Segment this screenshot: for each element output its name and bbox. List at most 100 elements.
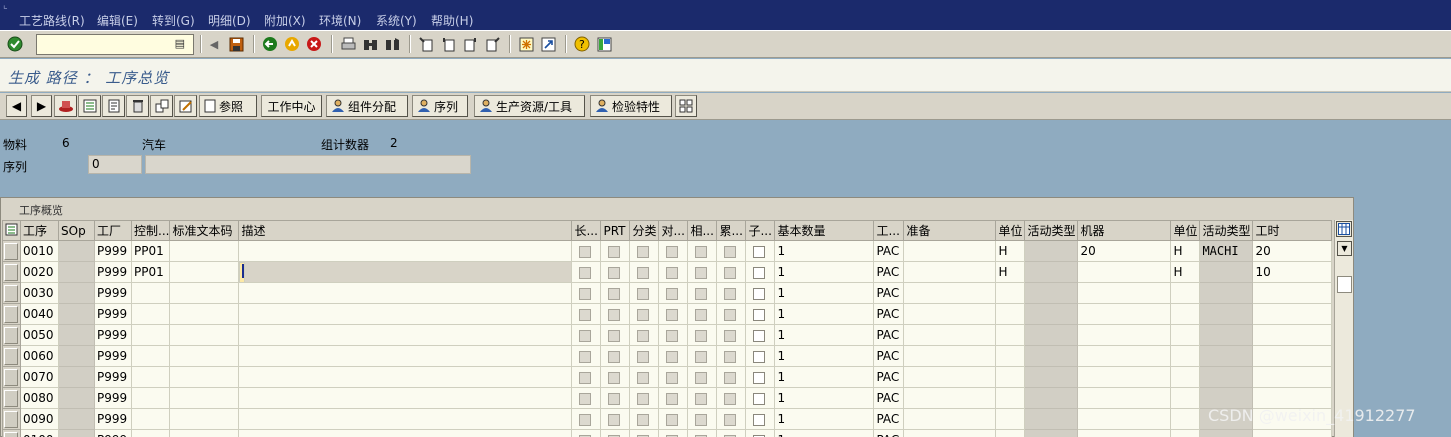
menu-environment[interactable]: 环境(N)	[319, 12, 361, 29]
activity2-cell[interactable]	[1199, 366, 1254, 388]
base-qty-cell[interactable]: 1	[774, 387, 875, 409]
desc-cell[interactable]	[238, 282, 573, 304]
checkbox[interactable]	[753, 413, 766, 426]
checkbox-cell[interactable]	[745, 408, 776, 430]
row-selector[interactable]	[2, 366, 21, 388]
menu-extras[interactable]: 附加(X)	[264, 12, 306, 29]
column-header[interactable]: 活动类型	[1199, 220, 1254, 241]
std-cell[interactable]	[169, 282, 240, 304]
checkbox[interactable]	[753, 329, 766, 342]
print-icon[interactable]	[339, 35, 357, 53]
first-page-icon[interactable]	[417, 35, 435, 53]
setup-cell[interactable]	[903, 303, 997, 325]
unit-cell[interactable]: PAC	[873, 261, 905, 283]
ctrl-cell[interactable]	[130, 303, 171, 325]
activity2-cell[interactable]: MACHI	[1199, 240, 1254, 262]
checkbox-cell[interactable]	[745, 345, 776, 367]
column-header[interactable]: 描述	[238, 220, 573, 241]
setup-unit-cell[interactable]	[995, 366, 1026, 388]
checkbox[interactable]	[753, 308, 766, 321]
back-nav-icon[interactable]: ◀	[205, 35, 223, 53]
row-selector[interactable]	[2, 387, 21, 409]
ctrl-cell[interactable]	[130, 324, 171, 346]
menu-help[interactable]: 帮助(H)	[431, 12, 473, 29]
desc-cell[interactable]	[238, 240, 573, 262]
row-selector[interactable]	[2, 261, 21, 283]
plant-cell[interactable]: P999	[94, 303, 132, 325]
row-selector-button[interactable]	[4, 347, 18, 365]
plant-cell[interactable]: P999	[94, 324, 132, 346]
column-header[interactable]: 活动类型	[1024, 220, 1079, 241]
setup-cell[interactable]	[903, 345, 997, 367]
labor-cell[interactable]	[1252, 282, 1333, 304]
desc-cell[interactable]	[239, 262, 246, 283]
machine-cell[interactable]: 20	[1077, 240, 1172, 262]
menu-details[interactable]: 明细(D)	[208, 12, 251, 29]
header-button[interactable]	[54, 95, 77, 117]
setup-cell[interactable]	[903, 387, 997, 409]
checkbox[interactable]	[753, 245, 766, 258]
column-header[interactable]: 工厂	[94, 220, 132, 241]
setup-cell[interactable]	[903, 324, 997, 346]
setup-unit-cell[interactable]	[995, 429, 1026, 437]
next-object-button[interactable]: ▶	[31, 95, 52, 117]
checkbox[interactable]	[753, 266, 766, 279]
component-overview-button[interactable]	[78, 95, 101, 117]
column-header[interactable]: 累...	[716, 220, 747, 241]
prev-page-icon[interactable]	[439, 35, 457, 53]
labor-cell[interactable]	[1252, 303, 1333, 325]
plant-cell[interactable]: P999	[94, 408, 132, 430]
command-input[interactable]	[37, 35, 169, 54]
op-cell[interactable]: 0100	[20, 429, 59, 437]
select-all-button[interactable]	[2, 220, 21, 241]
column-header[interactable]: 单位	[1170, 220, 1201, 241]
unit-cell[interactable]: PAC	[873, 345, 905, 367]
column-header[interactable]: 机器	[1077, 220, 1172, 241]
std-cell[interactable]	[169, 408, 240, 430]
vertical-scrollbar[interactable]: ▲ ▼	[1334, 220, 1353, 437]
base-qty-cell[interactable]: 1	[774, 408, 875, 430]
mach-unit-cell[interactable]	[1170, 282, 1201, 304]
unit-cell[interactable]: PAC	[873, 429, 905, 437]
cancel-icon[interactable]	[305, 35, 323, 53]
std-cell[interactable]	[169, 366, 240, 388]
machine-cell[interactable]	[1077, 345, 1172, 367]
checkbox[interactable]	[753, 350, 766, 363]
checkbox-cell[interactable]	[745, 366, 776, 388]
std-cell[interactable]	[169, 345, 240, 367]
scroll-thumb[interactable]	[1337, 276, 1352, 293]
mach-unit-cell[interactable]	[1170, 429, 1201, 437]
ctrl-cell[interactable]	[130, 429, 171, 437]
mach-unit-cell[interactable]	[1170, 408, 1201, 430]
new-session-icon[interactable]	[517, 35, 535, 53]
setup-cell[interactable]	[903, 261, 997, 283]
mach-unit-cell[interactable]	[1170, 366, 1201, 388]
std-cell[interactable]	[169, 324, 240, 346]
column-header[interactable]: 工时	[1252, 220, 1333, 241]
op-cell[interactable]: 0030	[20, 282, 59, 304]
column-header[interactable]: 子...	[745, 220, 776, 241]
op-cell[interactable]: 0070	[20, 366, 59, 388]
copy-button[interactable]	[150, 95, 173, 117]
base-qty-cell[interactable]: 1	[774, 366, 875, 388]
checkbox-cell[interactable]	[745, 303, 776, 325]
column-header[interactable]: 控制...	[130, 220, 171, 241]
row-selector[interactable]	[2, 240, 21, 262]
unit-cell[interactable]: PAC	[873, 303, 905, 325]
row-selector[interactable]	[2, 282, 21, 304]
machine-cell[interactable]	[1077, 366, 1172, 388]
column-header[interactable]: 工序	[20, 220, 59, 241]
base-qty-cell[interactable]: 1	[774, 345, 875, 367]
desc-cell[interactable]	[238, 345, 573, 367]
machine-cell[interactable]	[1077, 387, 1172, 409]
activity2-cell[interactable]	[1199, 303, 1254, 325]
plant-cell[interactable]: P999	[94, 429, 132, 437]
row-selector[interactable]	[2, 345, 21, 367]
desc-cell[interactable]	[238, 387, 573, 409]
edit-button[interactable]	[174, 95, 197, 117]
shortcut-icon[interactable]	[539, 35, 557, 53]
activity2-cell[interactable]	[1199, 261, 1254, 283]
base-qty-cell[interactable]: 1	[774, 240, 875, 262]
row-selector-button[interactable]	[4, 263, 18, 281]
setup-cell[interactable]	[903, 366, 997, 388]
